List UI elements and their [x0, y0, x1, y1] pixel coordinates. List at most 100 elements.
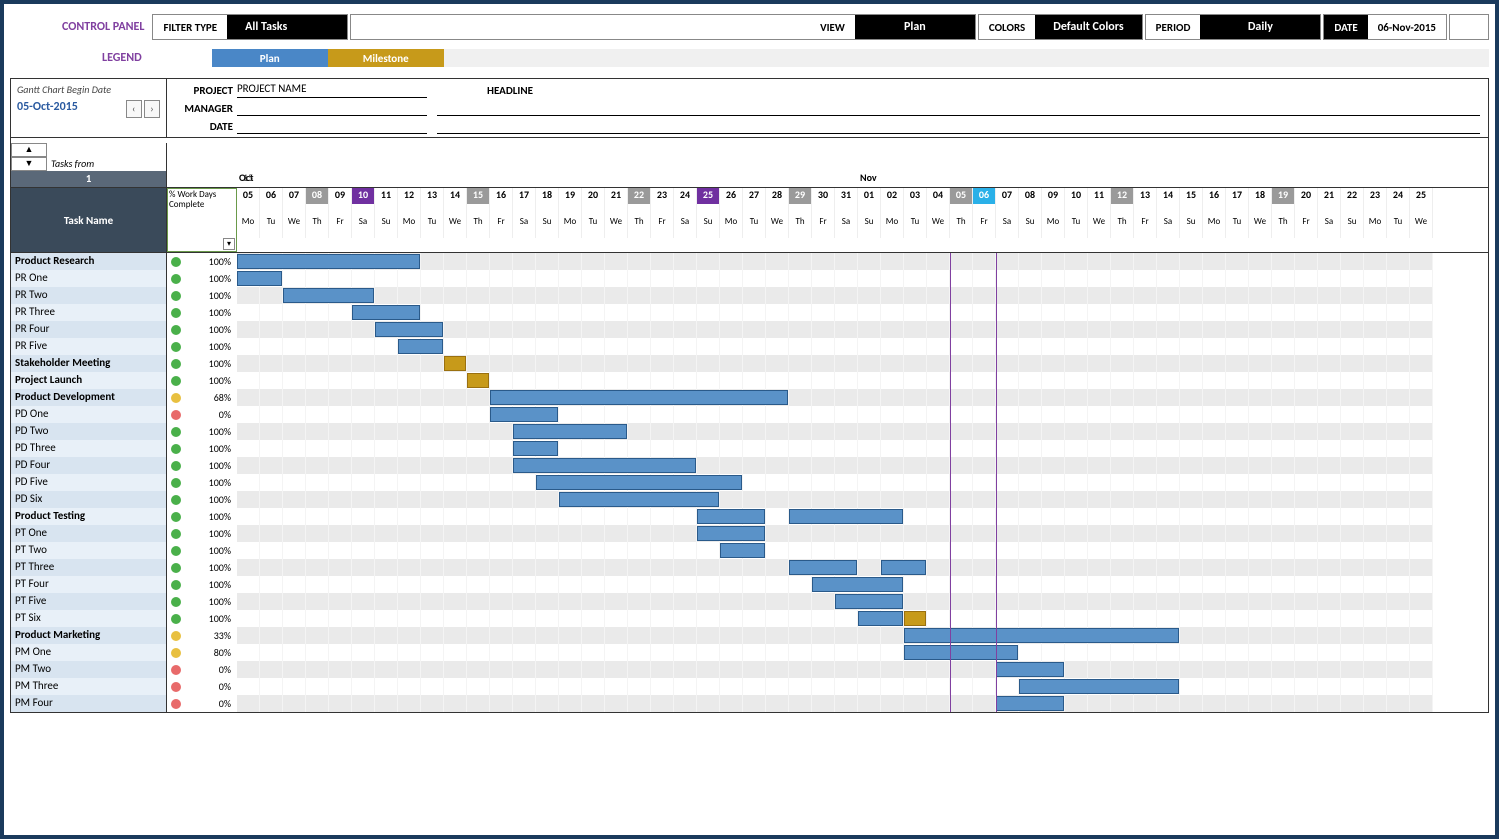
plan-bar[interactable] — [858, 611, 903, 626]
day-cell[interactable]: 25 — [697, 188, 720, 204]
plan-bar[interactable] — [789, 509, 903, 524]
plan-bar[interactable] — [237, 254, 420, 269]
day-cell[interactable]: 13 — [421, 188, 444, 204]
day-cell[interactable]: 04 — [927, 188, 950, 204]
tasks-from-value[interactable]: 1 — [11, 171, 167, 187]
plan-bar[interactable] — [490, 407, 558, 422]
milestone-bar[interactable] — [904, 611, 926, 626]
task-row[interactable]: PT Five100% — [11, 593, 1488, 610]
colors-control[interactable]: COLORS Default Colors — [978, 14, 1143, 40]
task-row[interactable]: PM Three0% — [11, 678, 1488, 695]
task-row[interactable]: Product Development68% — [11, 389, 1488, 406]
project-value[interactable]: PROJECT NAME — [237, 82, 427, 98]
day-cell[interactable]: 18 — [536, 188, 559, 204]
collapse-down-button[interactable]: ▼ — [11, 157, 47, 171]
day-cell[interactable]: 18 — [1249, 188, 1272, 204]
task-row[interactable]: PM Four0% — [11, 695, 1488, 712]
day-cell[interactable]: 19 — [1272, 188, 1295, 204]
task-row[interactable]: PR One100% — [11, 270, 1488, 287]
plan-bar[interactable] — [996, 696, 1064, 711]
plan-bar[interactable] — [904, 645, 1018, 660]
task-row[interactable]: PR Two100% — [11, 287, 1488, 304]
plan-bar[interactable] — [812, 577, 903, 592]
day-cell[interactable]: 12 — [1111, 188, 1134, 204]
date-input[interactable] — [237, 118, 427, 134]
day-cell[interactable]: 08 — [1019, 188, 1042, 204]
day-cell[interactable]: 15 — [467, 188, 490, 204]
plan-bar[interactable] — [904, 628, 1179, 643]
day-cell[interactable]: 09 — [329, 188, 352, 204]
day-cell[interactable]: 15 — [1180, 188, 1203, 204]
day-cell[interactable]: 05 — [950, 188, 973, 204]
task-row[interactable]: PD Three100% — [11, 440, 1488, 457]
task-row[interactable]: PT One100% — [11, 525, 1488, 542]
day-cell[interactable]: 20 — [582, 188, 605, 204]
day-cell[interactable]: 03 — [904, 188, 927, 204]
filter-type-control[interactable]: FILTER TYPE All Tasks — [152, 14, 348, 40]
day-cell[interactable]: 17 — [513, 188, 536, 204]
day-cell[interactable]: 19 — [559, 188, 582, 204]
day-cell[interactable]: 23 — [651, 188, 674, 204]
day-cell[interactable]: 10 — [1065, 188, 1088, 204]
task-row[interactable]: PD Four100% — [11, 457, 1488, 474]
plan-bar[interactable] — [513, 441, 558, 456]
plan-bar[interactable] — [536, 475, 742, 490]
plan-bar[interactable] — [881, 560, 926, 575]
view-control[interactable]: VIEW Plan — [350, 14, 976, 40]
day-cell[interactable]: 12 — [398, 188, 421, 204]
milestone-bar[interactable] — [467, 373, 489, 388]
day-cell[interactable]: 17 — [1226, 188, 1249, 204]
task-row[interactable]: Product Testing100% — [11, 508, 1488, 525]
day-cell[interactable]: 01 — [858, 188, 881, 204]
day-cell[interactable]: 06 — [260, 188, 283, 204]
day-cell[interactable]: 22 — [1341, 188, 1364, 204]
task-row[interactable]: PR Five100% — [11, 338, 1488, 355]
day-cell[interactable]: 20 — [1295, 188, 1318, 204]
day-cell[interactable]: 09 — [1042, 188, 1065, 204]
plan-bar[interactable] — [283, 288, 374, 303]
collapse-up-button[interactable]: ▲ — [11, 143, 47, 157]
day-cell[interactable]: 23 — [1364, 188, 1387, 204]
day-cell[interactable]: 07 — [283, 188, 306, 204]
day-cell[interactable]: 24 — [674, 188, 697, 204]
task-row[interactable]: PM One80% — [11, 644, 1488, 661]
day-cell[interactable]: 25 — [1410, 188, 1433, 204]
task-row[interactable]: PT Three100% — [11, 559, 1488, 576]
plan-bar[interactable] — [1019, 679, 1179, 694]
plan-bar[interactable] — [559, 492, 719, 507]
task-row[interactable]: Product Marketing33% — [11, 627, 1488, 644]
day-cell[interactable]: 29 — [789, 188, 812, 204]
plan-bar[interactable] — [237, 271, 282, 286]
prev-button[interactable]: ‹ — [126, 100, 142, 118]
plan-bar[interactable] — [835, 594, 903, 609]
day-cell[interactable]: 06 — [973, 188, 996, 204]
date-control[interactable]: DATE 06-Nov-2015 — [1323, 14, 1447, 40]
headline-line-2[interactable] — [437, 118, 1480, 134]
plan-bar[interactable] — [398, 339, 443, 354]
manager-value[interactable] — [237, 100, 427, 116]
next-button[interactable]: › — [144, 100, 160, 118]
plan-bar[interactable] — [789, 560, 857, 575]
plan-bar[interactable] — [697, 509, 765, 524]
day-cell[interactable]: 26 — [720, 188, 743, 204]
plan-bar[interactable] — [697, 526, 765, 541]
day-cell[interactable]: 13 — [1134, 188, 1157, 204]
task-row[interactable]: PT Two100% — [11, 542, 1488, 559]
milestone-bar[interactable] — [444, 356, 466, 371]
plan-bar[interactable] — [352, 305, 420, 320]
task-row[interactable]: PM Two0% — [11, 661, 1488, 678]
day-cell[interactable]: 21 — [605, 188, 628, 204]
day-cell[interactable]: 11 — [375, 188, 398, 204]
day-cell[interactable]: 05 — [237, 188, 260, 204]
day-cell[interactable]: 11 — [1088, 188, 1111, 204]
task-row[interactable]: PD One0% — [11, 406, 1488, 423]
dropdown-icon[interactable]: ▾ — [223, 238, 235, 250]
day-cell[interactable]: 27 — [743, 188, 766, 204]
day-cell[interactable]: 14 — [1157, 188, 1180, 204]
plan-bar[interactable] — [490, 390, 788, 405]
task-row[interactable]: PD Six100% — [11, 491, 1488, 508]
period-control[interactable]: PERIOD Daily — [1145, 14, 1322, 40]
day-cell[interactable]: 24 — [1387, 188, 1410, 204]
day-cell[interactable]: 16 — [490, 188, 513, 204]
plan-bar[interactable] — [720, 543, 765, 558]
